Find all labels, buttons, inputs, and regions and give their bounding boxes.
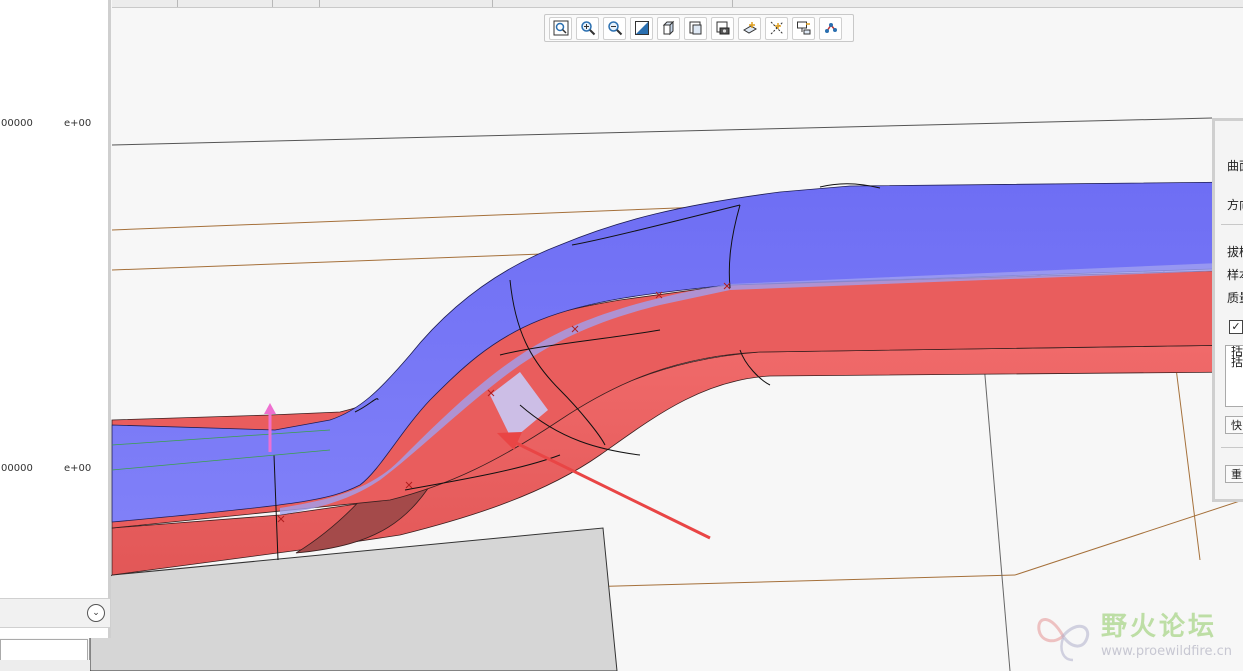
quick-button[interactable]: 快 [1225,416,1243,434]
annotation-display-button[interactable] [819,16,842,40]
field-1-exponent: e+00 [64,118,92,129]
watermark-url: www.proewildfire.cn [1101,644,1232,659]
spin-center-button[interactable] [792,16,815,40]
left-collapsible-bar[interactable]: ⌄ [0,598,110,628]
zoom-out-icon [607,21,622,36]
zoom-out-button[interactable] [603,16,626,40]
display-style-button[interactable] [711,16,734,40]
label-sample: 样本 [1227,268,1243,282]
reset-button[interactable]: 重 [1225,465,1243,483]
left-bottom-input[interactable] [0,639,88,661]
view-cube-icon [662,20,674,36]
repaint-icon [634,21,649,35]
annotation-display-icon [824,23,837,33]
model-viewport[interactable] [0,0,1243,671]
field-2-exponent: e+00 [64,463,92,474]
info-textbox[interactable]: 括 括 [1225,345,1243,407]
spin-center-icon [796,21,810,35]
zoom-in-icon [580,21,595,36]
option-checkbox[interactable]: ✓ [1229,320,1243,334]
saved-views-icon [689,21,701,35]
label-surface: 曲面 [1227,159,1243,173]
axis-display-icon [770,21,783,35]
label-quality: 质量 [1227,291,1243,305]
butterfly-logo-icon [1037,618,1090,662]
zoom-fit-button[interactable] [549,16,572,40]
chevron-down-icon[interactable]: ⌄ [87,604,105,622]
textbox-line-2: 括 [1231,355,1243,369]
field-2-value[interactable]: 00000 [0,461,59,477]
repaint-button[interactable] [630,16,653,40]
view-cube-button[interactable] [657,16,680,40]
top-tab-strip [112,0,1243,8]
zoom-fit-icon [553,20,568,36]
axis-display-button[interactable] [765,16,788,40]
zoom-in-button[interactable] [576,16,599,40]
right-dialog-panel: 曲面 方向 拔模 样本 质量 ✓ 括 括 快 重 [1212,118,1243,502]
saved-views-button[interactable] [684,16,707,40]
view-toolbar [544,14,854,42]
field-1-value[interactable]: 00000 [0,116,59,132]
display-style-icon [716,21,729,35]
left-footer [0,660,90,671]
datum-display-icon [742,22,757,34]
watermark-title: 野火论坛 [1101,612,1218,642]
label-direction: 方向 [1227,198,1243,212]
forum-watermark: 野火论坛 www.proewildfire.cn [1033,600,1243,671]
label-draft: 拔模 [1227,245,1243,259]
left-dialog-panel: 00000 e+00 00000 e+00 [0,0,111,638]
datum-display-button[interactable] [738,16,761,40]
